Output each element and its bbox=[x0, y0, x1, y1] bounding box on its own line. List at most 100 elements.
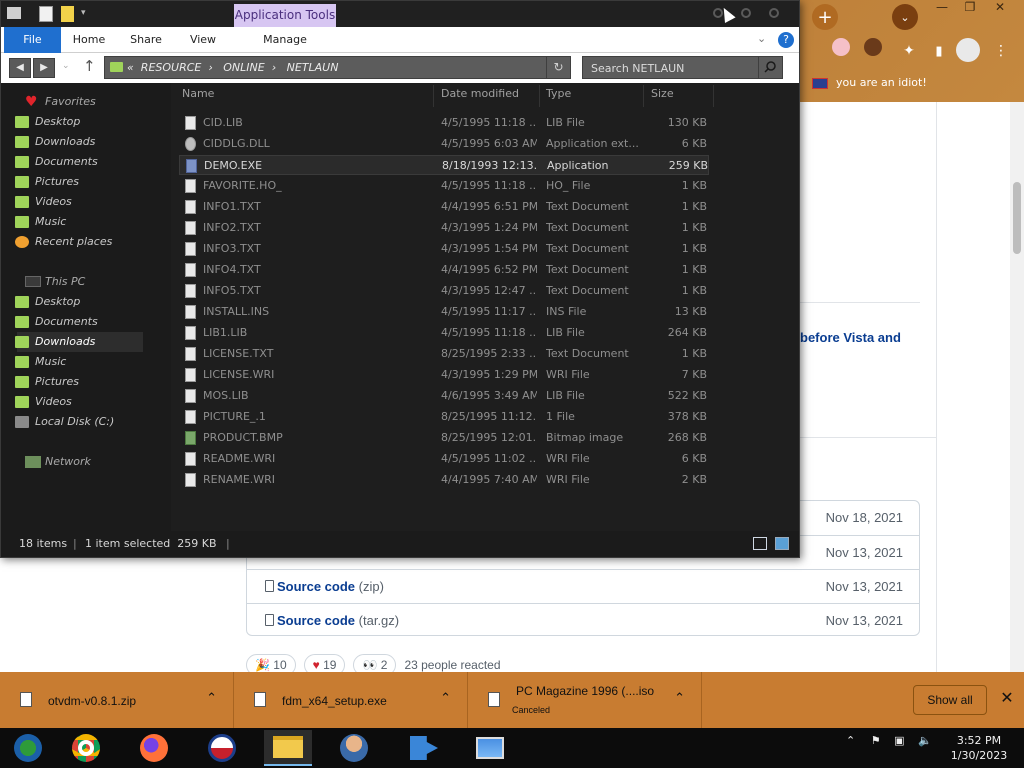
file-row[interactable]: INFO3.TXT 4/3/1995 1:54 PM Text Document 1 … bbox=[179, 239, 709, 259]
obama-logo-icon[interactable] bbox=[198, 730, 246, 766]
properties-icon[interactable] bbox=[39, 6, 53, 22]
nav-fav-music[interactable]: Music bbox=[15, 212, 66, 232]
asset-row[interactable]: Source code (tar.gz) Nov 13, 2021 bbox=[247, 603, 919, 637]
file-row[interactable]: MOS.LIB 4/6/1995 3:49 AM LIB File 522 KB bbox=[179, 386, 709, 406]
file-row[interactable]: INFO5.TXT 4/3/1995 12:47 ... Text Document… bbox=[179, 281, 709, 301]
nav-fav-documents[interactable]: Documents bbox=[15, 152, 98, 172]
nav-fav-desktop[interactable]: Desktop bbox=[15, 112, 80, 132]
file-row[interactable]: CIDDLG.DLL 4/5/1995 6:03 AM Application ex… bbox=[179, 134, 709, 154]
bookmark-item[interactable]: you are an idiot! bbox=[836, 76, 927, 89]
qat-dropdown-icon[interactable]: ▾ bbox=[81, 8, 86, 18]
maximize-icon[interactable] bbox=[741, 8, 751, 18]
help-icon[interactable]: ? bbox=[778, 32, 794, 48]
translate-icon[interactable] bbox=[832, 38, 850, 56]
file-row[interactable]: INFO4.TXT 4/4/1995 6:52 PM Text Document 1 … bbox=[179, 260, 709, 280]
tab-search-icon[interactable]: ⌄ bbox=[892, 4, 918, 30]
file-row[interactable]: PICTURE_.1 8/25/1995 11:12... 1 File 378 KB bbox=[179, 407, 709, 427]
download-item[interactable]: otvdm-v0.8.1.zip ⌃ bbox=[0, 672, 234, 728]
file-row[interactable]: CID.LIB 4/5/1995 11:18 ... LIB File 130 KB bbox=[179, 113, 709, 133]
breadcrumb-netlaun[interactable]: NETLAUN bbox=[287, 61, 339, 74]
download-item[interactable]: PC Magazine 1996 (....iso Canceled ⌃ bbox=[468, 672, 702, 728]
flag-icon[interactable]: ⚑ bbox=[871, 734, 881, 747]
expand-ribbon-icon[interactable]: ⌄ bbox=[757, 32, 766, 45]
asset-row[interactable]: Source code (zip) Nov 13, 2021 bbox=[247, 569, 919, 603]
details-view-icon[interactable] bbox=[753, 537, 767, 550]
extensions-icon[interactable]: ✦ bbox=[896, 38, 922, 64]
file-row[interactable]: LICENSE.WRI 4/3/1995 1:29 PM WRI File 7 KB bbox=[179, 365, 709, 385]
close-icon[interactable]: ✕ bbox=[986, 0, 1014, 18]
tab-manage[interactable]: Manage bbox=[234, 27, 336, 53]
profile-avatar[interactable] bbox=[956, 38, 980, 62]
clock[interactable]: 3:52 PM 1/30/2023 bbox=[944, 733, 1014, 763]
chevron-up-icon[interactable]: ⌃ bbox=[674, 690, 685, 706]
nav-pc-desktop[interactable]: Desktop bbox=[15, 292, 80, 312]
chevron-up-icon[interactable]: ⌃ bbox=[206, 690, 217, 706]
explorer-titlebar[interactable]: ▾ Application Tools bbox=[1, 1, 799, 27]
download-item[interactable]: fdm_x64_setup.exe ⌃ bbox=[234, 672, 468, 728]
large-icons-view-icon[interactable] bbox=[775, 537, 789, 550]
refresh-icon[interactable]: ↻ bbox=[546, 57, 570, 78]
menu-icon[interactable]: ⋮ bbox=[988, 38, 1014, 64]
search-icon[interactable] bbox=[758, 57, 782, 78]
nav-pc-downloads[interactable]: Downloads bbox=[15, 332, 95, 352]
file-row[interactable]: PRODUCT.BMP 8/25/1995 12:01... Bitmap imag… bbox=[179, 428, 709, 448]
address-bar[interactable]: « RESOURCE › ONLINE › NETLAUN ↻ bbox=[104, 56, 571, 79]
recent-locations-icon[interactable]: ⌄ bbox=[62, 61, 70, 71]
search-input[interactable] bbox=[591, 60, 751, 76]
file-row[interactable]: DEMO.EXE 8/18/1993 12:13... Application 259… bbox=[179, 155, 709, 175]
column-name[interactable]: Name bbox=[182, 87, 214, 105]
show-all-button[interactable]: Show all bbox=[913, 685, 987, 715]
breadcrumb-resource[interactable]: RESOURCE bbox=[141, 61, 202, 74]
chevron-up-icon[interactable]: ⌃ bbox=[440, 690, 451, 706]
column-date[interactable]: Date modified bbox=[441, 87, 519, 105]
file-explorer-icon[interactable] bbox=[264, 730, 312, 766]
volume-icon[interactable]: 🔈 bbox=[918, 734, 932, 747]
restore-icon[interactable]: ❐ bbox=[956, 0, 984, 18]
nav-favorites[interactable]: ♥ Favorites bbox=[25, 92, 96, 112]
column-size[interactable]: Size bbox=[651, 87, 674, 105]
file-row[interactable]: LIB1.LIB 4/5/1995 11:18 ... LIB File 264 KB bbox=[179, 323, 709, 343]
back-button[interactable]: ◀ bbox=[9, 58, 31, 78]
nav-pc-documents[interactable]: Documents bbox=[15, 312, 98, 332]
up-button[interactable]: ↑ bbox=[83, 57, 96, 75]
nav-fav-recent-places[interactable]: Recent places bbox=[15, 232, 112, 252]
chevron-up-icon[interactable]: ⌃ bbox=[846, 734, 855, 747]
forward-button[interactable]: ▶ bbox=[33, 58, 55, 78]
side-panel-icon[interactable]: ▮ bbox=[926, 38, 952, 64]
new-tab-icon[interactable]: + bbox=[812, 4, 838, 30]
file-row[interactable]: INSTALL.INS 4/5/1995 11:17 ... INS File 13 … bbox=[179, 302, 709, 322]
file-row[interactable]: LICENSE.TXT 8/25/1995 2:33 ... Text Docume… bbox=[179, 344, 709, 364]
asset-link[interactable]: Source code (tar.gz) bbox=[265, 613, 399, 628]
nav-pc-videos[interactable]: Videos bbox=[15, 392, 72, 412]
file-row[interactable]: INFO1.TXT 4/4/1995 6:51 PM Text Document 1 … bbox=[179, 197, 709, 217]
profile-ext-icon[interactable] bbox=[864, 38, 882, 56]
nav-fav-pictures[interactable]: Pictures bbox=[15, 172, 79, 192]
media-center-icon[interactable] bbox=[4, 730, 52, 766]
nav-fav-videos[interactable]: Videos bbox=[15, 192, 72, 212]
tab-home[interactable]: Home bbox=[65, 27, 113, 53]
tab-view[interactable]: View bbox=[181, 27, 225, 53]
new-folder-icon[interactable] bbox=[61, 6, 74, 22]
firefox-icon[interactable] bbox=[130, 730, 178, 766]
chrome-icon[interactable] bbox=[62, 730, 110, 766]
file-row[interactable]: FAVORITE.HO_ 4/5/1995 11:18 ... HO_ File 1 … bbox=[179, 176, 709, 196]
file-row[interactable]: README.WRI 4/5/1995 11:02 ... WRI File 6 KB bbox=[179, 449, 709, 469]
nav-this-pc[interactable]: This PC bbox=[25, 272, 85, 292]
page-scrollbar[interactable] bbox=[1010, 102, 1024, 672]
share-icon[interactable] bbox=[400, 730, 448, 766]
nav-pc-local-disk-c[interactable]: Local Disk (C:) bbox=[15, 412, 114, 432]
application-tools-tab[interactable]: Application Tools bbox=[234, 4, 336, 27]
asset-link[interactable]: Source code (zip) bbox=[265, 579, 384, 594]
nav-fav-downloads[interactable]: Downloads bbox=[15, 132, 95, 152]
file-row[interactable]: RENAME.WRI 4/4/1995 7:40 AM WRI File 2 KB bbox=[179, 470, 709, 490]
breadcrumb-online[interactable]: ONLINE bbox=[223, 61, 264, 74]
minimize-icon[interactable]: — bbox=[928, 0, 956, 18]
nav-pc-music[interactable]: Music bbox=[15, 352, 66, 372]
column-type[interactable]: Type bbox=[546, 87, 571, 105]
close-icon[interactable] bbox=[769, 8, 779, 18]
close-icon[interactable]: ✕ bbox=[998, 690, 1016, 708]
nav-pc-pictures[interactable]: Pictures bbox=[15, 372, 79, 392]
tab-share[interactable]: Share bbox=[121, 27, 171, 53]
tab-file[interactable]: File bbox=[4, 27, 61, 53]
photos-icon[interactable] bbox=[466, 730, 514, 766]
